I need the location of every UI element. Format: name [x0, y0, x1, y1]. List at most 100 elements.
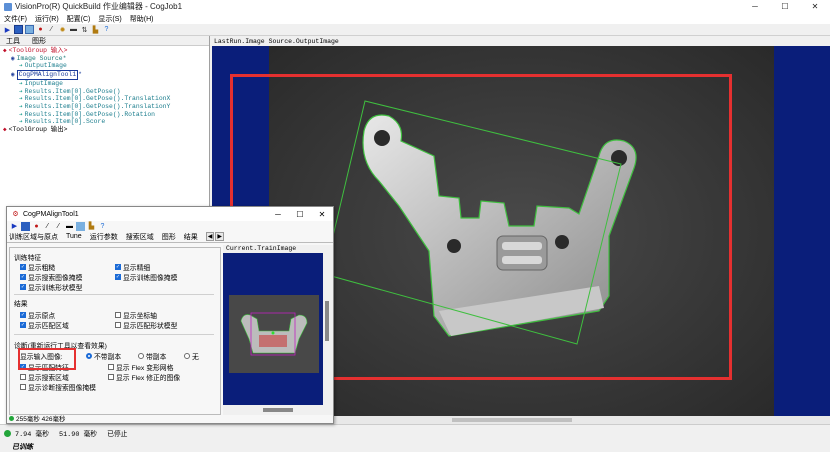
link-icon: ➔ [19, 95, 23, 103]
tab-graphics[interactable]: 图形 [26, 36, 52, 46]
scroll-thumb[interactable] [452, 418, 572, 422]
dialog-minimize-icon[interactable]: ─ [267, 207, 289, 221]
menu-run[interactable]: 运行(R) [35, 14, 59, 24]
dialog-time2: 426毫秒 [41, 416, 66, 423]
tab-tools[interactable]: 工具 [0, 36, 26, 46]
tree-item[interactable]: ◆ <ToolGroup 输入> [3, 47, 206, 55]
current-image-label: Current.TrainImage [226, 245, 297, 252]
chk-match-shape[interactable]: 显示匹配形状模型 [115, 320, 177, 330]
tab-train-region[interactable]: 训练区域与原点 [9, 232, 58, 242]
tree-item-label: CogPMAlignTool1 [16, 70, 79, 80]
tree-item[interactable]: ◉ CogPMAlignTool1 * [3, 70, 206, 80]
menu-file[interactable]: 文件(F) [4, 14, 27, 24]
tab-search-region[interactable]: 搜索区域 [126, 232, 154, 242]
app-window: VisionPro(R) QuickBuild 作业编辑器 - CogJob1 … [0, 0, 830, 451]
chk-train-fine[interactable]: ✓ 显示精细 [115, 262, 150, 272]
help-icon[interactable]: ? [102, 25, 111, 34]
tree-item-label: Results.Item[0].GetPose().TranslationX [24, 95, 171, 103]
chk-diag-mask[interactable]: 显示诊断搜索图像掩模 [20, 382, 96, 392]
list-icon[interactable] [76, 221, 85, 231]
tree-item-label: <ToolGroup 输出> [8, 126, 68, 134]
radio-no-copy[interactable]: 不带副本 [86, 351, 121, 361]
tree-item[interactable]: ➔ OutputImage [3, 62, 206, 70]
gear-icon[interactable]: ✹ [58, 25, 67, 34]
dialog-window-controls: ─ ☐ ✕ [267, 207, 333, 221]
menu-config[interactable]: 配置(C) [67, 14, 91, 24]
record-icon[interactable]: ● [36, 25, 45, 34]
wand-icon[interactable]: ⁄ [54, 222, 63, 231]
tab-tune[interactable]: Tune [66, 233, 82, 240]
chk-train-shape[interactable]: ✓ 显示训练形状模型 [20, 282, 82, 292]
tree-item[interactable]: ➔ Results.Item[0].GetPose().TranslationX [3, 95, 206, 103]
title-bar: VisionPro(R) QuickBuild 作业编辑器 - CogJob1 … [0, 0, 830, 13]
dialog-close-icon[interactable]: ✕ [311, 207, 333, 221]
record-icon[interactable]: ● [32, 222, 41, 231]
tree-item[interactable]: ➔ Results.Item[0].GetPose().Rotation [3, 111, 206, 119]
wand-icon[interactable]: ⁄ [43, 222, 52, 231]
chk-match-region[interactable]: ✓ 显示匹配区域 [20, 320, 69, 330]
tree-item-label: Image Source [16, 54, 63, 62]
window-controls: ─ ☐ ✕ [740, 0, 830, 13]
status-state: 已停止 [107, 430, 128, 439]
run-icon[interactable]: ▶ [3, 25, 12, 34]
group-icon: ◆ [3, 47, 7, 54]
chart-icon[interactable]: ▙ [87, 222, 96, 231]
chk-flex-grid[interactable]: 显示 Flex 变形网格 [108, 362, 173, 372]
image-icon[interactable] [14, 25, 23, 34]
tree-item-label: Results.Item[0].Score [24, 118, 106, 126]
save-icon[interactable]: ▬ [65, 222, 74, 231]
chk-flex-corrected[interactable]: 显示 Flex 修正的图像 [108, 372, 180, 382]
dialog-maximize-icon[interactable]: ☐ [289, 207, 311, 221]
dialog-title: CogPMAlignTool1 [23, 210, 79, 218]
chk-show-axis[interactable]: 显示坐标轴 [115, 310, 157, 320]
dialog-time1: 255毫秒 [16, 416, 40, 423]
tree-item-suffix: * [78, 71, 82, 79]
tree-item[interactable]: ➔ InputImage [3, 80, 206, 88]
tree-item-label: Results.Item[0].GetPose().TranslationY [24, 102, 171, 110]
tab-run-params[interactable]: 运行参数 [90, 232, 118, 242]
tab-graphics[interactable]: 图形 [162, 232, 176, 242]
menu-help[interactable]: 帮助(H) [130, 14, 154, 24]
radio-copy[interactable]: 带副本 [138, 351, 166, 361]
status-bar: 7.94 毫秒 51.90 毫秒 已停止 [0, 424, 830, 441]
app-icon [4, 2, 12, 11]
tab-results[interactable]: 结果 [184, 232, 198, 242]
tree-item[interactable]: ➔ Results.Item[0].Score [3, 118, 206, 126]
chk-show-origin[interactable]: ✓ 显示原点 [20, 310, 55, 320]
link-icon: ◉ [11, 54, 15, 62]
train-view-hscroll[interactable] [263, 408, 293, 412]
run-icon[interactable]: ▶ [10, 222, 19, 231]
tree-item-label: Results.Item[0].GetPose().Rotation [24, 110, 156, 118]
help-icon[interactable]: ? [98, 222, 107, 231]
group-results: 结果 [14, 301, 28, 308]
tree-item[interactable]: ➔ Results.Item[0].GetPose().TranslationY [3, 103, 206, 111]
dialog-tabs: 训练区域与原点 Tune 运行参数 搜索区域 图形 结果 ◀ ▶ [7, 231, 333, 243]
tree-item-label: Results.Item[0].GetPose() [24, 87, 121, 95]
maximize-icon[interactable]: ☐ [770, 0, 800, 13]
tab-next-icon[interactable]: ▶ [215, 232, 224, 241]
train-view-vscroll[interactable] [325, 301, 329, 341]
radio-none[interactable]: 无 [184, 351, 199, 361]
tool-tree: ◆ <ToolGroup 输入> ◉ Image Source * ➔ OutputImag… [0, 46, 209, 135]
status-ok-icon [9, 415, 14, 421]
minimize-icon[interactable]: ─ [740, 0, 770, 13]
display-icon[interactable] [25, 25, 34, 34]
wand-icon[interactable]: ⁄ [47, 25, 56, 34]
chk-train-coarse[interactable]: ✓ 显示粗糙 [20, 262, 55, 272]
tree-item[interactable]: ◉ Image Source * [3, 55, 206, 63]
tree-item[interactable]: ◆ <ToolGroup 输出> [3, 126, 206, 134]
close-icon[interactable]: ✕ [800, 0, 830, 13]
image-icon[interactable] [21, 221, 30, 231]
menu-view[interactable]: 显示(S) [98, 14, 121, 24]
tree-item[interactable]: ➔ Results.Item[0].GetPose() [3, 88, 206, 96]
save-icon[interactable]: ▬ [69, 25, 78, 34]
sort-icon[interactable]: ⇅ [80, 25, 89, 34]
chart-icon[interactable]: ▙ [91, 25, 100, 34]
chk-train-mask[interactable]: ✓ 显示训练图像掩模 [115, 272, 177, 282]
graphics-options-panel: 训练特征 ✓ 显示粗糙 ✓ 显示精细 ✓ 显示搜索图像掩模 ✓ 显示训练图像掩模 ✓ 显示… [9, 247, 221, 451]
tab-prev-icon[interactable]: ◀ [205, 232, 215, 241]
train-image-view[interactable] [223, 253, 323, 405]
chk-search-mask[interactable]: ✓ 显示搜索图像掩模 [20, 272, 82, 282]
link-icon: ➔ [19, 79, 23, 87]
chk-search-region[interactable]: 显示搜索区域 [20, 372, 69, 382]
